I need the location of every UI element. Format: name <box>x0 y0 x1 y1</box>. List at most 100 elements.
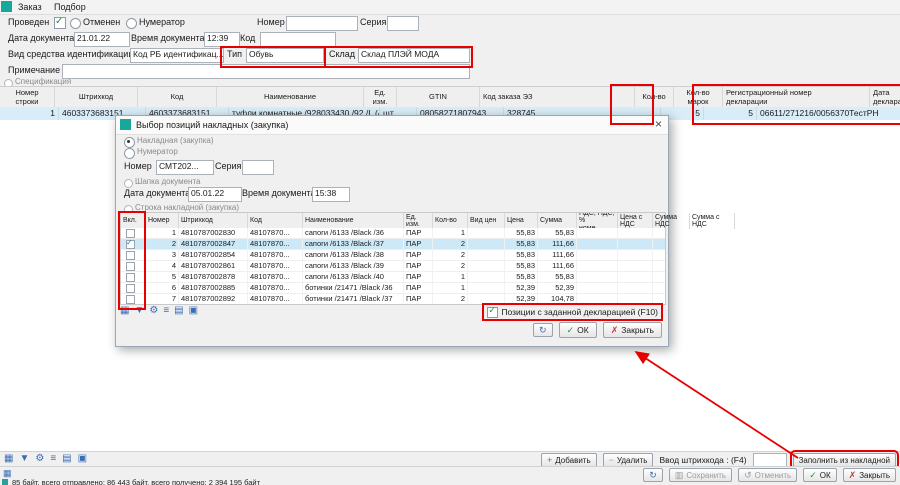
copy-icon[interactable]: ▣ <box>189 306 198 316</box>
dcol-qty[interactable]: Кол-во <box>433 213 468 229</box>
invoice-radio[interactable] <box>124 137 135 148</box>
positions-declaration-checkbox[interactable] <box>487 307 498 318</box>
barcode-input[interactable] <box>753 453 787 467</box>
row-include-checkbox[interactable] <box>126 251 135 260</box>
dcol-sum[interactable]: Сумма <box>538 213 577 229</box>
note-input[interactable] <box>62 64 470 79</box>
dialog-date-input[interactable]: 05.01.22 <box>188 187 242 202</box>
seriya-input[interactable] <box>387 16 419 31</box>
dialog-table-row[interactable]: 7 4810787002892 48107870... ботинки /214… <box>121 294 665 305</box>
dcol-number[interactable]: Номер <box>146 213 179 229</box>
nomer-input[interactable] <box>286 16 358 31</box>
dcol-include[interactable]: Вкл. <box>121 213 146 229</box>
kod-input[interactable] <box>260 32 336 47</box>
col-gtin[interactable]: GTIN <box>397 87 480 108</box>
col-barcode[interactable]: Штрихкод <box>55 87 138 108</box>
dialog-close-button[interactable]: ✗Закрыть <box>603 322 662 338</box>
tip-input[interactable]: Обувь <box>246 48 324 63</box>
copy-icon[interactable]: ▣ <box>78 454 87 464</box>
dcell-unit: ПАР <box>404 228 433 238</box>
col-marks-qty[interactable]: Кол-во марок <box>674 87 723 108</box>
col-code[interactable]: Код <box>138 87 217 108</box>
row-include-checkbox[interactable] <box>126 284 135 293</box>
dcell-price-type <box>468 250 505 260</box>
rows-icon[interactable]: ▤ <box>62 454 71 464</box>
dcol-price-type[interactable]: Вид цен <box>468 213 505 229</box>
col-name[interactable]: Наименование <box>217 87 364 108</box>
row-include-checkbox[interactable] <box>126 240 135 249</box>
row-include-checkbox[interactable] <box>126 273 135 282</box>
dialog-ok-button[interactable]: ✓ОК <box>559 322 597 338</box>
dcell-sum: 55,83 <box>538 272 577 282</box>
col-row-number[interactable]: Номер строки <box>0 87 55 108</box>
filter-icon[interactable]: ▼ <box>19 454 29 464</box>
dialog-table-row[interactable]: 6 4810787002885 48107870... ботинки /214… <box>121 283 665 294</box>
rows-icon[interactable]: ▤ <box>174 306 183 316</box>
minus-icon: − <box>609 456 614 465</box>
spec-table-header: Номер строки Штрихкод Код Наименование Е… <box>0 86 900 109</box>
proveden-checkbox[interactable] <box>54 17 66 29</box>
form-row-identification: Вид средства идентификации Код РБ иденти… <box>0 48 900 62</box>
doc-date-input[interactable]: 21.01.22 <box>74 32 130 47</box>
col-declaration-number[interactable]: Регистрационный номер декларации <box>723 87 870 108</box>
otmenen-radio[interactable] <box>70 18 81 29</box>
dcol-price-vat[interactable]: Цена с НДС <box>618 213 653 229</box>
id-type-input[interactable]: Код РБ идентификац... <box>130 48 224 63</box>
dcell-include <box>121 294 146 304</box>
dialog-nomer-input[interactable]: СМТ202... <box>156 160 214 175</box>
dcol-unit[interactable]: Ед. изм. <box>404 213 433 229</box>
dcell-price-type <box>468 228 505 238</box>
gear-icon[interactable]: ⚙ <box>35 454 44 464</box>
dialog-time-input[interactable]: 15:38 <box>312 187 350 202</box>
fill-from-invoice-button[interactable]: Заполнить из накладной <box>793 453 896 467</box>
col-order-code[interactable]: Код заказа ЭЗ <box>480 87 635 108</box>
dcell-price-type <box>468 239 505 249</box>
dialog-table-row[interactable]: 5 4810787002878 48107870... сапоги /6133… <box>121 272 665 283</box>
row-include-checkbox[interactable] <box>126 295 135 304</box>
spec-group-header[interactable]: Спецификация <box>0 78 900 86</box>
dcell-name: сапоги /6133 /Black /40 <box>303 272 404 282</box>
dialog-titlebar[interactable]: Выбор позиций накладных (закупка) × <box>116 116 668 135</box>
dcell-barcode: 4810787002847 <box>179 239 248 249</box>
col-unit[interactable]: Ед. изм. <box>364 87 397 108</box>
dialog-refresh-button[interactable]: ↻ <box>533 323 553 337</box>
row-include-checkbox[interactable] <box>126 229 135 238</box>
dcell-unit: ПАР <box>404 272 433 282</box>
dcol-name[interactable]: Наименование <box>303 213 404 229</box>
dcell-number: 3 <box>146 250 179 260</box>
dcell-price-vat <box>618 272 653 282</box>
status-text: 85 байт, всего отправлено: 86 443 байт, … <box>12 479 260 485</box>
dcol-barcode[interactable]: Штрихкод <box>179 213 248 229</box>
row-include-checkbox[interactable] <box>126 262 135 271</box>
table-icon[interactable]: ▦ <box>120 306 129 316</box>
numerator-radio-dialog[interactable] <box>124 148 135 159</box>
sklad-input[interactable]: Склад ПЛЭЙ МОДА <box>358 48 470 63</box>
col-qty[interactable]: Кол-во <box>635 87 674 108</box>
list-icon[interactable]: ≡ <box>163 306 169 316</box>
dcol-code[interactable]: Код <box>248 213 303 229</box>
dcol-vat[interactable]: НДС, НДС, % номе <box>577 213 618 229</box>
doc-time-input[interactable]: 12:39 <box>204 32 240 47</box>
gear-icon[interactable]: ⚙ <box>149 306 158 316</box>
dcol-price[interactable]: Цена <box>505 213 538 229</box>
dialog-table-row[interactable]: 4 4810787002861 48107870... сапоги /6133… <box>121 261 665 272</box>
dialog-seriya-input[interactable] <box>242 160 274 175</box>
numerator-radio[interactable] <box>126 18 137 29</box>
dcol-total-vat[interactable]: Сумма с НДС <box>690 213 735 229</box>
positions-declaration-checkbox-group[interactable]: Позиции с заданной декларацией (F10) <box>485 306 660 318</box>
panel-icon[interactable]: ▦ <box>3 469 12 478</box>
menu-podbor[interactable]: Подбор <box>50 0 90 14</box>
dialog-close-icon[interactable]: × <box>655 116 662 133</box>
col-declaration-date[interactable]: Дата деклара <box>870 87 900 108</box>
dialog-table-row[interactable]: 3 4810787002854 48107870... сапоги /6133… <box>121 250 665 261</box>
dcol-sum-vat[interactable]: Сумма НДС <box>653 213 690 229</box>
delete-button[interactable]: −Удалить <box>603 453 654 467</box>
filter-icon[interactable]: ▼ <box>134 306 144 316</box>
dcell-vat <box>577 272 618 282</box>
list-icon[interactable]: ≡ <box>50 454 56 464</box>
add-button[interactable]: +Добавить <box>541 453 597 467</box>
table-icon[interactable]: ▦ <box>4 454 13 464</box>
menu-zakaz[interactable]: Заказ <box>14 0 46 14</box>
dialog-table-row[interactable]: 1 4810787002830 48107870... сапоги /6133… <box>121 228 665 239</box>
dialog-table-row[interactable]: 2 4810787002847 48107870... сапоги /6133… <box>121 239 665 250</box>
